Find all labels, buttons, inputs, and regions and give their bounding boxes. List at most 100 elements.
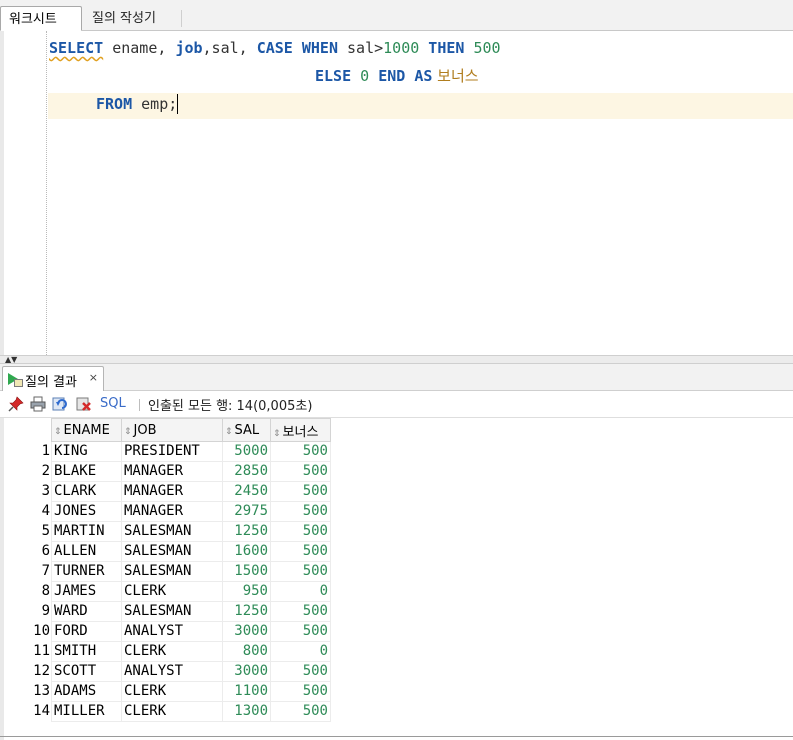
row-number-header [8, 418, 52, 442]
cell-ename[interactable]: JONES [51, 501, 122, 522]
row-number: 2 [41, 463, 50, 479]
panel-splitter[interactable]: ▲▼ [0, 355, 793, 364]
row-number: 9 [41, 603, 50, 619]
sql-editor[interactable]: SELECT ename, job,sal, CASE WHEN sal>100… [0, 31, 793, 355]
number-500: 500 [464, 39, 501, 57]
cell-bonus[interactable]: 0 [270, 581, 331, 602]
print-icon[interactable] [30, 396, 46, 412]
cell-ename[interactable]: ALLEN [51, 541, 122, 562]
splitter-arrows-icon[interactable]: ▲▼ [5, 355, 17, 364]
cell-sal[interactable]: 3000 [222, 661, 271, 682]
cell-sal[interactable]: 1250 [222, 601, 271, 622]
table-row[interactable]: 10 FORD ANALYST 3000 500 [8, 621, 331, 642]
sort-icon: ⇕ [225, 426, 233, 437]
column-header-bonus[interactable]: ⇕ 보너스 [270, 418, 331, 442]
cell-sal[interactable]: 800 [222, 641, 271, 662]
cell-sal[interactable]: 2450 [222, 481, 271, 502]
cell-bonus[interactable]: 500 [270, 501, 331, 522]
table-row[interactable]: 1 KING PRESIDENT 5000 500 [8, 441, 331, 462]
row-number: 1 [41, 443, 50, 459]
row-number: 13 [33, 683, 50, 699]
identifier-sal: ,sal, [202, 39, 257, 57]
table-row[interactable]: 9 WARD SALESMAN 1250 500 [8, 601, 331, 622]
cell-bonus[interactable]: 500 [270, 701, 331, 722]
cell-sal[interactable]: 2850 [222, 461, 271, 482]
cell-job[interactable]: MANAGER [121, 481, 223, 502]
column-header-ename[interactable]: ⇕ ENAME [51, 418, 122, 442]
cell-ename[interactable]: MILLER [51, 701, 122, 722]
cell-sal[interactable]: 3000 [222, 621, 271, 642]
cell-bonus[interactable]: 500 [270, 441, 331, 462]
results-grid[interactable]: ⇕ ENAME ⇕ JOB ⇕ SAL ⇕ 보너스 1 KING PRESIDENT 5000… [8, 418, 331, 722]
table-row[interactable]: 6 ALLEN SALESMAN 1600 500 [8, 541, 331, 562]
cell-bonus[interactable]: 500 [270, 561, 331, 582]
cell-job[interactable]: CLERK [121, 641, 223, 662]
cell-bonus[interactable]: 0 [270, 641, 331, 662]
cell-ename[interactable]: ADAMS [51, 681, 122, 702]
refresh-icon[interactable] [52, 396, 68, 412]
cell-job[interactable]: SALESMAN [121, 541, 223, 562]
cell-ename[interactable]: BLAKE [51, 461, 122, 482]
cell-ename[interactable]: FORD [51, 621, 122, 642]
table-row[interactable]: 13 ADAMS CLERK 1100 500 [8, 681, 331, 702]
cell-job[interactable]: SALESMAN [121, 521, 223, 542]
cell-job[interactable]: ANALYST [121, 661, 223, 682]
cell-sal[interactable]: 950 [222, 581, 271, 602]
cell-job[interactable]: MANAGER [121, 501, 223, 522]
tab-query-result[interactable]: 질의 결과 × [2, 366, 104, 391]
table-row[interactable]: 3 CLARK MANAGER 2450 500 [8, 481, 331, 502]
cell-job[interactable]: CLERK [121, 701, 223, 722]
table-row[interactable]: 8 JAMES CLERK 950 0 [8, 581, 331, 602]
cell-bonus[interactable]: 500 [270, 521, 331, 542]
keyword-then: THEN [419, 39, 465, 57]
cell-ename[interactable]: KING [51, 441, 122, 462]
table-row[interactable]: 4 JONES MANAGER 2975 500 [8, 501, 331, 522]
keyword-from: FROM [96, 95, 133, 113]
cell-sal[interactable]: 1600 [222, 541, 271, 562]
sql-link[interactable]: SQL [100, 396, 126, 411]
column-header-sal[interactable]: ⇕ SAL [222, 418, 271, 442]
table-row[interactable]: 11 SMITH CLERK 800 0 [8, 641, 331, 662]
cell-sal[interactable]: 5000 [222, 441, 271, 462]
cell-bonus[interactable]: 500 [270, 541, 331, 562]
table-row[interactable]: 14 MILLER CLERK 1300 500 [8, 701, 331, 722]
pin-icon[interactable] [8, 396, 24, 412]
cell-sal[interactable]: 1250 [222, 521, 271, 542]
cell-job[interactable]: SALESMAN [121, 601, 223, 622]
tab-worksheet[interactable]: 워크시트 [0, 6, 82, 31]
results-toolbar: SQL 인출된 모든 행: 14(0,005초) [0, 391, 793, 418]
cell-job[interactable]: CLERK [121, 681, 223, 702]
cell-ename[interactable]: SMITH [51, 641, 122, 662]
column-header-job[interactable]: ⇕ JOB [121, 418, 223, 442]
cell-job[interactable]: SALESMAN [121, 561, 223, 582]
cell-bonus[interactable]: 500 [270, 601, 331, 622]
tab-query-builder[interactable]: 질의 작성기 [84, 6, 182, 31]
cell-sal[interactable]: 1500 [222, 561, 271, 582]
cell-bonus[interactable]: 500 [270, 481, 331, 502]
close-icon[interactable]: × [89, 371, 98, 384]
cell-bonus[interactable]: 500 [270, 661, 331, 682]
code-line-1: SELECT ename, job,sal, CASE WHEN sal>100… [49, 38, 501, 58]
table-row[interactable]: 5 MARTIN SALESMAN 1250 500 [8, 521, 331, 542]
table-row[interactable]: 7 TURNER SALESMAN 1500 500 [8, 561, 331, 582]
cell-bonus[interactable]: 500 [270, 621, 331, 642]
cell-job[interactable]: ANALYST [121, 621, 223, 642]
toolbar-divider [139, 399, 140, 411]
cell-job[interactable]: MANAGER [121, 461, 223, 482]
cell-bonus[interactable]: 500 [270, 461, 331, 482]
cell-ename[interactable]: WARD [51, 601, 122, 622]
table-row[interactable]: 12 SCOTT ANALYST 3000 500 [8, 661, 331, 682]
cell-ename[interactable]: JAMES [51, 581, 122, 602]
delete-icon[interactable] [76, 396, 92, 412]
table-row[interactable]: 2 BLAKE MANAGER 2850 500 [8, 461, 331, 482]
cell-sal[interactable]: 2975 [222, 501, 271, 522]
cell-ename[interactable]: SCOTT [51, 661, 122, 682]
cell-job[interactable]: CLERK [121, 581, 223, 602]
cell-sal[interactable]: 1100 [222, 681, 271, 702]
cell-ename[interactable]: CLARK [51, 481, 122, 502]
cell-ename[interactable]: MARTIN [51, 521, 122, 542]
cell-sal[interactable]: 1300 [222, 701, 271, 722]
cell-bonus[interactable]: 500 [270, 681, 331, 702]
cell-ename[interactable]: TURNER [51, 561, 122, 582]
cell-job[interactable]: PRESIDENT [121, 441, 223, 462]
